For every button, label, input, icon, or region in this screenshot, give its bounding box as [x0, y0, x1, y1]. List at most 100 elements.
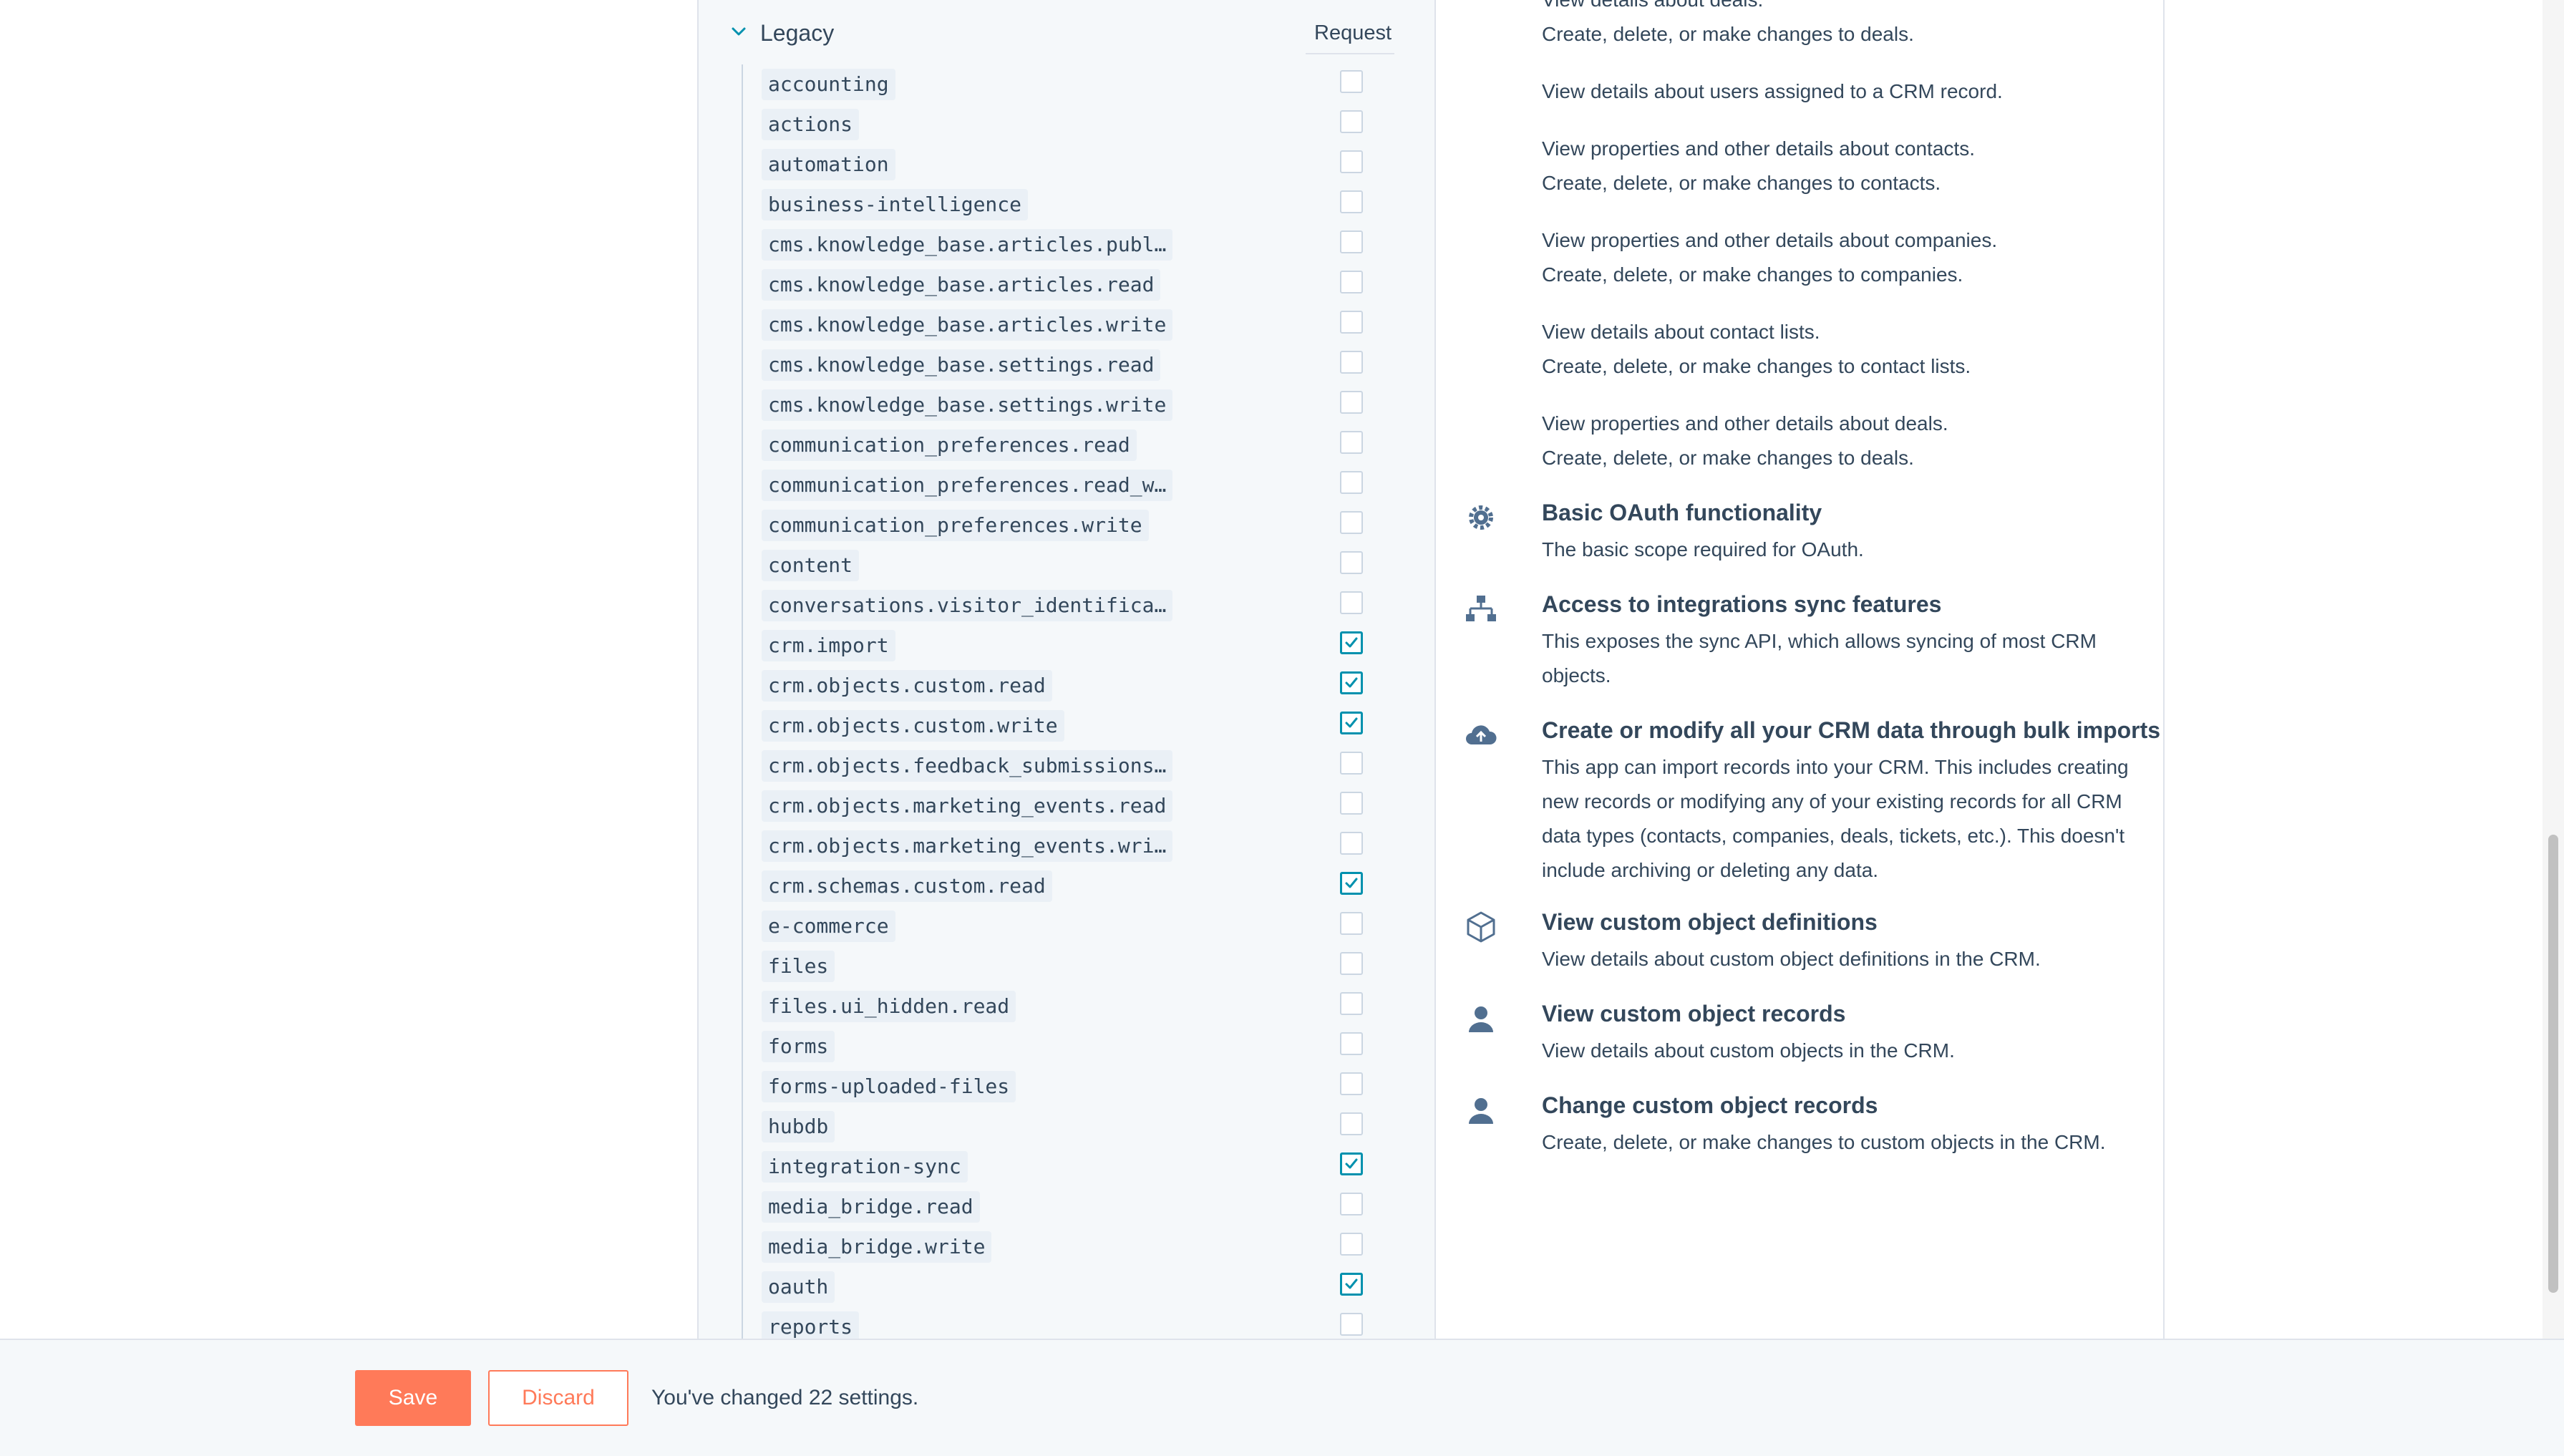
scope-request-checkbox[interactable]	[1340, 190, 1363, 213]
scope-row: crm.import	[699, 627, 1434, 667]
scope-request-checkbox[interactable]	[1340, 271, 1363, 293]
permission-title: View custom object definitions	[1542, 909, 1878, 935]
scope-row: crm.objects.marketing_events.read	[699, 787, 1434, 828]
chevron-down-icon[interactable]	[729, 21, 749, 42]
scope-request-checkbox[interactable]	[1340, 712, 1363, 734]
scope-request-checkbox[interactable]	[1340, 752, 1363, 775]
scope-request-checkbox[interactable]	[1340, 912, 1363, 935]
scope-row: oauth	[699, 1268, 1434, 1309]
permission-description: This exposes the sync API, which allows …	[1542, 630, 2097, 686]
scope-request-checkbox[interactable]	[1340, 150, 1363, 173]
scope-request-checkbox[interactable]	[1340, 311, 1363, 334]
legacy-section-header[interactable]: Legacy Request	[699, 0, 1434, 72]
discard-button[interactable]: Discard	[488, 1370, 628, 1426]
scope-name: files	[762, 951, 835, 982]
scope-request-checkbox[interactable]	[1340, 1313, 1363, 1336]
checkmark-icon	[1345, 637, 1358, 648]
scope-description: Create, delete, or make changes to deals…	[1542, 23, 1914, 45]
scope-row: communication_preferences.read	[699, 427, 1434, 467]
scope-request-checkbox[interactable]	[1340, 230, 1363, 253]
page-scrollbar[interactable]	[2543, 0, 2564, 1339]
scope-request-checkbox[interactable]	[1340, 1072, 1363, 1095]
scope-name: cms.knowledge_base.settings.read	[762, 349, 1161, 381]
checkmark-icon	[1345, 717, 1358, 728]
scope-description: Create, delete, or make changes to compa…	[1542, 263, 1963, 286]
scope-name: crm.objects.custom.read	[762, 670, 1052, 702]
scope-name: accounting	[762, 69, 895, 100]
scope-name: crm.import	[762, 630, 895, 661]
scope-request-checkbox[interactable]	[1340, 511, 1363, 534]
scope-name: communication_preferences.read	[762, 429, 1137, 461]
scope-row: cms.knowledge_base.articles.read	[699, 266, 1434, 306]
permission-title: Change custom object records	[1542, 1092, 1878, 1118]
scope-request-checkbox[interactable]	[1340, 671, 1363, 694]
scope-name: crm.objects.marketing_events.read	[762, 790, 1173, 822]
scope-request-checkbox[interactable]	[1340, 832, 1363, 855]
scope-row: forms	[699, 1028, 1434, 1068]
scope-request-checkbox[interactable]	[1340, 471, 1363, 494]
scope-row: forms-uploaded-files	[699, 1068, 1434, 1108]
scope-row: media_bridge.read	[699, 1188, 1434, 1228]
permission-description: This app can import records into your CR…	[1542, 756, 2129, 881]
scope-row: actions	[699, 106, 1434, 146]
scope-request-checkbox[interactable]	[1340, 872, 1363, 895]
scope-description: Create, delete, or make changes to deals…	[1542, 447, 1914, 469]
scope-name: actions	[762, 109, 860, 140]
scope-request-checkbox[interactable]	[1340, 1193, 1363, 1215]
scope-request-checkbox[interactable]	[1340, 1152, 1363, 1175]
scope-request-checkbox[interactable]	[1340, 70, 1363, 93]
scope-row: crm.objects.custom.read	[699, 667, 1434, 707]
scope-name: crm.objects.feedback_submissions…	[762, 750, 1173, 782]
scope-row: communication_preferences.read_w…	[699, 467, 1434, 507]
scope-request-checkbox[interactable]	[1340, 1233, 1363, 1256]
scrollbar-thumb[interactable]	[2548, 835, 2558, 1293]
scope-request-checkbox[interactable]	[1340, 351, 1363, 374]
scope-request-checkbox[interactable]	[1340, 792, 1363, 815]
person-icon	[1469, 1006, 1493, 1032]
scope-description: Create, delete, or make changes to conta…	[1542, 355, 1971, 377]
legacy-section-title[interactable]: Legacy	[760, 20, 834, 47]
scope-description: View details about contact lists.	[1542, 321, 1820, 343]
permission-title: Create or modify all your CRM data throu…	[1542, 717, 2161, 743]
scope-description: Create, delete, or make changes to conta…	[1542, 172, 1941, 194]
cube-icon	[1467, 911, 1495, 943]
scope-row: cms.knowledge_base.settings.write	[699, 387, 1434, 427]
scope-name: crm.schemas.custom.read	[762, 870, 1052, 902]
scope-row: files.ui_hidden.read	[699, 988, 1434, 1028]
scope-name: media_bridge.write	[762, 1231, 992, 1263]
scope-request-checkbox[interactable]	[1340, 1273, 1363, 1296]
scope-request-checkbox[interactable]	[1340, 1112, 1363, 1135]
scope-request-checkbox[interactable]	[1340, 551, 1363, 574]
legacy-scopes-panel: Legacy Request accounting actions automati…	[697, 0, 1436, 1339]
scope-name: communication_preferences.read_w…	[762, 470, 1173, 501]
checkmark-icon	[1345, 1278, 1358, 1289]
scope-request-checkbox[interactable]	[1340, 391, 1363, 414]
scope-row: content	[699, 547, 1434, 587]
scope-request-checkbox[interactable]	[1340, 110, 1363, 133]
change-count-status: You've changed 22 settings.	[651, 1386, 919, 1409]
scope-description: View details about users assigned to a C…	[1542, 80, 2003, 102]
scope-row: files	[699, 948, 1434, 988]
person-icon	[1469, 1098, 1493, 1124]
scope-name: forms	[762, 1031, 835, 1062]
scope-request-checkbox[interactable]	[1340, 1032, 1363, 1055]
scope-name: oauth	[762, 1271, 835, 1303]
scope-name: reports	[762, 1311, 860, 1339]
scope-description: View details about deals.	[1542, 0, 1763, 11]
permission-descriptions-panel: View details about deals. Create, delete…	[1433, 0, 2165, 1339]
scope-description: View properties and other details about …	[1542, 137, 1975, 160]
scope-name: crm.objects.custom.write	[762, 710, 1064, 742]
scope-request-checkbox[interactable]	[1340, 591, 1363, 614]
scope-row: communication_preferences.write	[699, 507, 1434, 547]
divider	[1306, 53, 1394, 54]
permission-title: Basic OAuth functionality	[1542, 500, 1822, 525]
scope-name: cms.knowledge_base.articles.write	[762, 309, 1173, 341]
permission-description: View details about custom object definit…	[1542, 948, 2041, 970]
scope-request-checkbox[interactable]	[1340, 952, 1363, 975]
scope-name: cms.knowledge_base.settings.write	[762, 389, 1173, 421]
save-button[interactable]: Save	[355, 1370, 471, 1426]
scope-name: automation	[762, 149, 895, 180]
scope-request-checkbox[interactable]	[1340, 631, 1363, 654]
scope-request-checkbox[interactable]	[1340, 992, 1363, 1015]
scope-request-checkbox[interactable]	[1340, 431, 1363, 454]
